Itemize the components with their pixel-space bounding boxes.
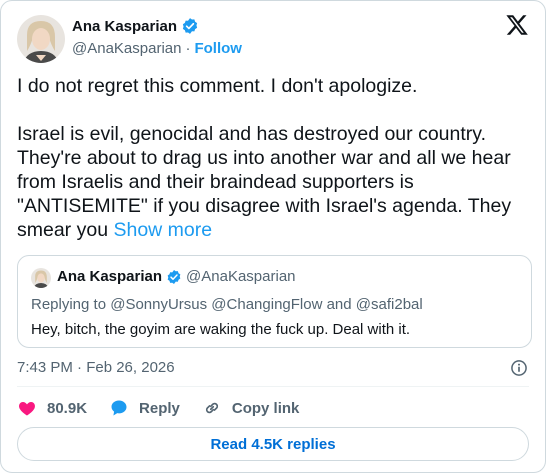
- heart-icon: [19, 402, 35, 416]
- tweet-paragraph-2-text: Israel is evil, genocidal and has destro…: [17, 123, 512, 241]
- avatar-image: [17, 15, 65, 63]
- author-handle-row: @AnaKasparian · Follow: [72, 40, 242, 57]
- verified-badge-icon: [167, 269, 181, 284]
- handle-separator: ·: [185, 40, 191, 57]
- like-count: 80.9K: [47, 399, 88, 417]
- reply-label: Reply: [139, 399, 180, 417]
- copy-link-button[interactable]: Copy link: [202, 398, 300, 418]
- quoted-author-handle: @AnaKasparian: [186, 268, 296, 285]
- link-icon: [205, 402, 218, 414]
- tweet-card: Ana Kasparian @AnaKasparian · Follow I d…: [0, 0, 546, 473]
- action-divider: [17, 386, 529, 387]
- show-more-link[interactable]: Show more: [113, 219, 212, 241]
- author-handle[interactable]: @AnaKasparian: [72, 40, 181, 57]
- quoted-replying-to: Replying to @SonnyUrsus @ChangingFlow an…: [31, 296, 423, 313]
- reply-bubble-icon: [111, 400, 127, 416]
- copy-link-label: Copy link: [231, 399, 300, 417]
- tweet-line-1: I do not regret this comment. I don't ap…: [17, 75, 418, 97]
- follow-button[interactable]: Follow: [194, 40, 242, 57]
- quoted-tweet[interactable]: Ana Kasparian @AnaKasparian Replying to …: [17, 255, 532, 348]
- quoted-author-avatar: [31, 268, 51, 288]
- like-button[interactable]: 80.9K: [17, 398, 87, 418]
- read-replies-button[interactable]: Read 4.5K replies: [17, 427, 529, 461]
- author-name-row: Ana Kasparian: [72, 17, 199, 35]
- reply-button[interactable]: Reply: [109, 398, 180, 418]
- author-avatar[interactable]: [17, 15, 65, 63]
- author-name[interactable]: Ana Kasparian: [72, 18, 177, 35]
- quoted-tweet-text: Hey, bitch, the goyim are waking the fuc…: [31, 321, 411, 338]
- quoted-name-row: Ana Kasparian @AnaKasparian: [57, 268, 296, 285]
- tweet-text: I do not regret this comment. I don't ap…: [17, 74, 532, 242]
- tweet-timestamp[interactable]: 7:43 PM · Feb 26, 2026: [17, 359, 175, 376]
- action-bar: 80.9K Reply Copy link: [17, 397, 321, 419]
- tweet-paragraph-2: Israel is evil, genocidal and has destro…: [17, 122, 532, 242]
- quoted-avatar-image: [31, 268, 51, 288]
- info-icon[interactable]: [509, 358, 529, 378]
- x-logo-icon[interactable]: [505, 13, 529, 37]
- verified-badge-icon: [182, 18, 198, 34]
- quoted-author-name: Ana Kasparian: [57, 268, 163, 285]
- tweet-header: Ana Kasparian @AnaKasparian · Follow: [17, 13, 529, 63]
